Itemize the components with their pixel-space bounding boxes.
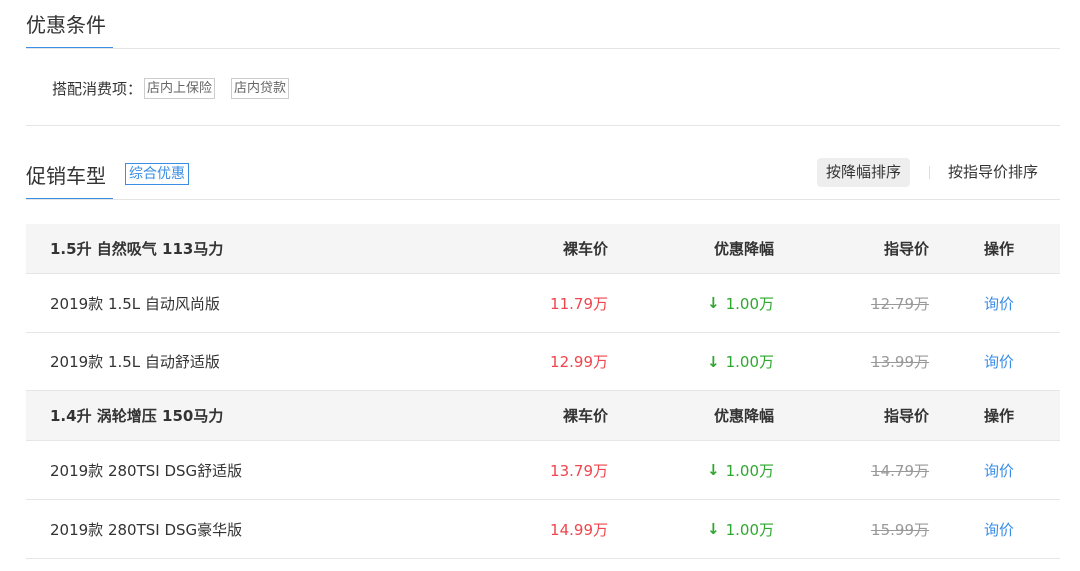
inquire-link[interactable]: 询价: [984, 441, 1014, 499]
msrp-price: 14.79万: [871, 461, 929, 480]
discount-amount: ↓ 1.00万: [707, 500, 774, 558]
promo-models-title: 促销车型: [26, 164, 106, 188]
bare-price: 14.99万: [550, 520, 608, 539]
col-action-header: 操作: [983, 240, 1014, 258]
bundle-options-label: 搭配消费项：: [52, 80, 143, 98]
divider: [26, 199, 1060, 200]
discount-value: 1.00万: [725, 353, 774, 371]
table-row: 2019款 1.5L 自动风尚版 11.79万 ↓ 1.00万 12.79万 询…: [26, 274, 1060, 333]
divider: [26, 125, 1060, 126]
discount-value: 1.00万: [725, 461, 774, 480]
bare-price: 12.99万: [550, 353, 608, 371]
msrp-price: 13.99万: [871, 353, 929, 371]
offer-conditions-title: 优惠条件: [26, 13, 106, 37]
col-price-header: 裸车价: [562, 407, 608, 425]
promo-type-badge: 综合优惠: [125, 163, 189, 185]
sort-by-discount-button[interactable]: 按降幅排序: [817, 158, 911, 187]
inquire-link[interactable]: 询价: [984, 500, 1014, 558]
bundle-options: 搭配消费项： 店内上保险 店内贷款: [52, 78, 305, 99]
model-name: 2019款 1.5L 自动风尚版: [50, 294, 220, 313]
down-arrow-icon: ↓: [707, 461, 720, 479]
col-action-header: 操作: [983, 407, 1014, 425]
option-tag-insurance: 店内上保险: [144, 78, 216, 99]
discount-amount: ↓ 1.00万: [707, 274, 774, 332]
down-arrow-icon: ↓: [707, 352, 720, 371]
group-header-row: 1.5升 自然吸气 113马力 裸车价 优惠降幅 指导价 操作: [26, 224, 1060, 274]
option-tag-loan: 店内贷款: [231, 78, 290, 99]
engine-spec: 1.4升 涡轮增压 150马力: [50, 407, 224, 425]
col-price-header: 裸车价: [562, 240, 608, 258]
model-name: 2019款 280TSI DSG豪华版: [50, 520, 243, 539]
sort-separator: [929, 166, 930, 179]
discount-value: 1.00万: [725, 520, 774, 539]
engine-spec: 1.5升 自然吸气 113马力: [50, 240, 224, 258]
dealer-promo-panel: 优惠条件 搭配消费项： 店内上保险 店内贷款 促销车型 综合优惠 按降幅排序 按…: [0, 0, 1080, 571]
down-arrow-icon: ↓: [707, 294, 720, 312]
col-msrp-header: 指导价: [883, 240, 929, 258]
sort-by-msrp-button[interactable]: 按指导价排序: [948, 158, 1038, 187]
table-row: 2019款 1.5L 自动舒适版 12.99万 ↓ 1.00万 13.99万 询…: [26, 333, 1060, 391]
inquire-link[interactable]: 询价: [984, 333, 1014, 390]
bare-price: 13.79万: [550, 461, 608, 480]
discount-amount: ↓ 1.00万: [707, 333, 774, 390]
group-header-row: 1.4升 涡轮增压 150马力 裸车价 优惠降幅 指导价 操作: [26, 391, 1060, 441]
table-row: 2019款 280TSI DSG豪华版 14.99万 ↓ 1.00万 15.99…: [26, 500, 1060, 559]
bare-price: 11.79万: [550, 294, 608, 313]
model-name: 2019款 1.5L 自动舒适版: [50, 353, 220, 371]
divider: [26, 48, 1060, 49]
discount-value: 1.00万: [725, 294, 774, 313]
col-discount-header: 优惠降幅: [713, 407, 774, 425]
inquire-link[interactable]: 询价: [984, 274, 1014, 332]
col-msrp-header: 指导价: [883, 407, 929, 425]
msrp-price: 12.79万: [871, 294, 929, 313]
model-name: 2019款 280TSI DSG舒适版: [50, 461, 243, 480]
discount-amount: ↓ 1.00万: [707, 441, 774, 499]
down-arrow-icon: ↓: [707, 520, 720, 538]
table-row: 2019款 280TSI DSG舒适版 13.79万 ↓ 1.00万 14.79…: [26, 441, 1060, 500]
msrp-price: 15.99万: [871, 520, 929, 539]
col-discount-header: 优惠降幅: [713, 240, 774, 258]
